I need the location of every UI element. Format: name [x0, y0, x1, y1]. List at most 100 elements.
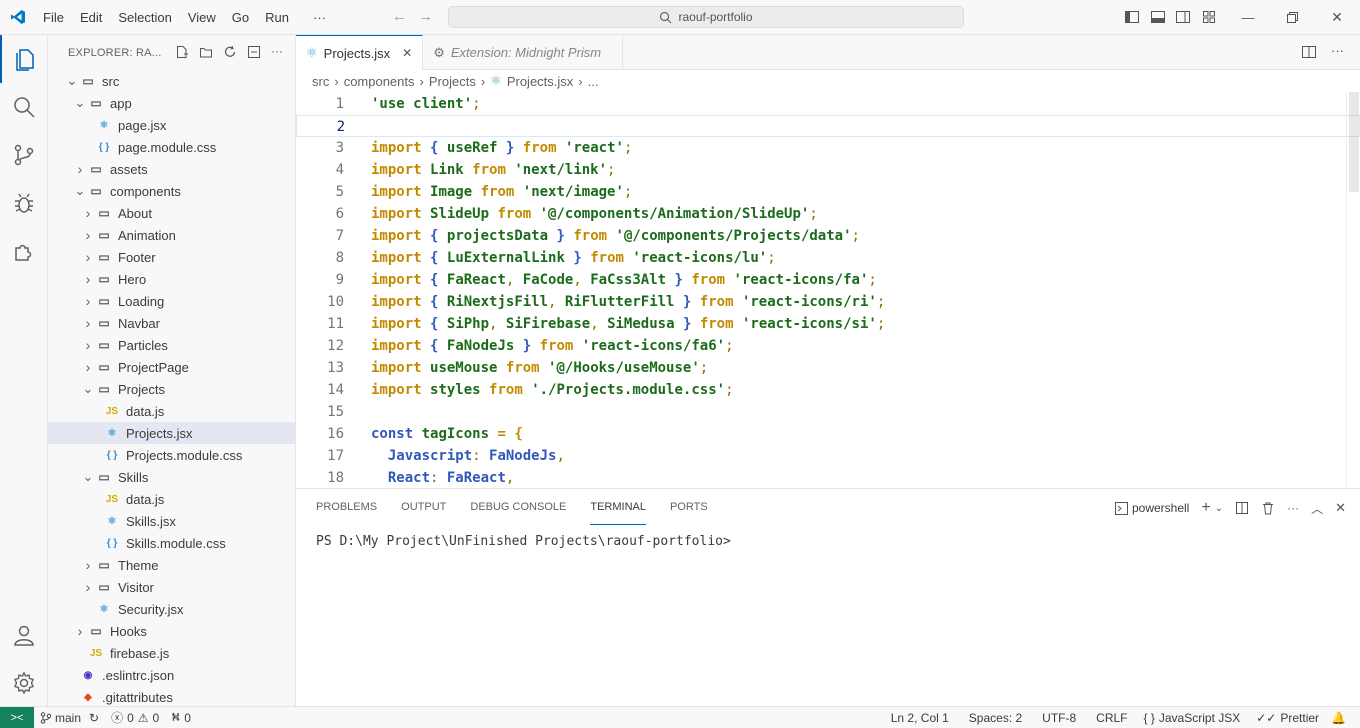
code-editor[interactable]: 1 'use client'; 2 3 import { useRef } from '… — [296, 92, 1360, 488]
tree-item[interactable]: ⚛ Security.jsx — [48, 598, 295, 620]
tree-item[interactable]: › ▭ Hero — [48, 268, 295, 290]
notifications-bell-icon[interactable]: 🔔 — [1325, 711, 1352, 725]
menu-item[interactable]: Selection — [110, 0, 179, 35]
back-arrow-icon[interactable]: ← — [392, 8, 407, 25]
tree-item[interactable]: ⌄ ▭ Skills — [48, 466, 295, 488]
tree-item[interactable]: › ▭ About — [48, 202, 295, 224]
terminal-shell-selector[interactable]: powershell — [1114, 501, 1189, 515]
chevron-right-icon: › — [85, 293, 91, 309]
panel-tab[interactable]: PORTS — [670, 489, 708, 525]
command-center-search[interactable]: raouf-portfolio — [448, 6, 964, 28]
menu-item[interactable]: View — [180, 0, 224, 35]
accounts-icon[interactable] — [0, 611, 48, 659]
remote-indicator-icon[interactable]: >< — [0, 706, 34, 728]
tree-item[interactable]: { } Projects.module.css — [48, 444, 295, 466]
menu-item[interactable]: ··· — [305, 0, 334, 35]
tree-item[interactable]: ⌄ ▭ Projects — [48, 378, 295, 400]
branch-status[interactable]: main ↻ — [34, 711, 105, 725]
tree-item[interactable]: ⌄ ▭ app — [48, 92, 295, 114]
tree-item[interactable]: ◆ .gitattributes — [48, 686, 295, 706]
panel-tab[interactable]: OUTPUT — [401, 489, 446, 525]
close-tab-icon[interactable]: ✕ — [402, 46, 412, 60]
breadcrumb-item[interactable]: components — [344, 74, 415, 89]
menu-item[interactable]: Go — [224, 0, 257, 35]
collapse-all-icon[interactable] — [247, 45, 261, 59]
tree-item[interactable]: ⚛ page.jsx — [48, 114, 295, 136]
encoding-status[interactable]: UTF-8 — [1036, 711, 1082, 725]
close-window-icon[interactable]: ✕ — [1329, 9, 1345, 25]
formatter-status[interactable]: ✓✓ Prettier — [1250, 711, 1325, 725]
tree-item[interactable]: ◉ .eslintrc.json — [48, 664, 295, 686]
breadcrumb-item[interactable]: src — [312, 74, 329, 89]
tree-item[interactable]: ⚛ Projects.jsx — [48, 422, 295, 444]
breadcrumb-item[interactable]: Projects.jsx — [507, 74, 573, 89]
terminal-output[interactable]: PS D:\My Project\UnFinished Projects\rao… — [316, 534, 731, 549]
tree-item[interactable]: › ▭ Particles — [48, 334, 295, 356]
toggle-panel-icon[interactable] — [1150, 9, 1166, 25]
more-actions-icon[interactable]: ··· — [271, 45, 283, 59]
language-status[interactable]: { } JavaScript JSX — [1138, 711, 1247, 725]
tree-item[interactable]: › ▭ Visitor — [48, 576, 295, 598]
tree-item[interactable]: { } page.module.css — [48, 136, 295, 158]
cursor-position[interactable]: Ln 2, Col 1 — [885, 711, 955, 725]
chevron-down-icon: ⌄ — [74, 95, 86, 110]
tree-item[interactable]: › ▭ Navbar — [48, 312, 295, 334]
editor-more-icon[interactable]: ··· — [1331, 43, 1344, 58]
menu-item[interactable]: Run — [257, 0, 297, 35]
panel-tab[interactable]: TERMINAL — [590, 489, 646, 525]
panel-more-icon[interactable]: ··· — [1287, 501, 1299, 515]
code-text: Javascript: FaNodeJs, — [371, 445, 565, 467]
tree-item[interactable]: › ▭ Hooks — [48, 620, 295, 642]
tree-item[interactable]: › ▭ assets — [48, 158, 295, 180]
close-panel-icon[interactable]: ✕ — [1335, 500, 1346, 516]
indentation-status[interactable]: Spaces: 2 — [963, 711, 1028, 725]
settings-gear-icon[interactable] — [0, 659, 48, 707]
tree-item[interactable]: ⚛ Skills.jsx — [48, 510, 295, 532]
problems-status[interactable]: ⓧ 0 ⚠ 0 — [105, 709, 165, 726]
trash-icon[interactable] — [1261, 501, 1275, 515]
tree-item[interactable]: › ▭ Loading — [48, 290, 295, 312]
tab-extension-midnight-prism[interactable]: ⚙ Extension: Midnight Prism — [423, 35, 624, 70]
customize-layout-icon[interactable] — [1201, 9, 1217, 25]
new-terminal-icon[interactable]: + — [1201, 499, 1210, 517]
toggle-sidebar-icon[interactable] — [1124, 9, 1140, 25]
breadcrumb-item[interactable]: Projects — [429, 74, 476, 89]
explorer-icon[interactable] — [0, 35, 48, 83]
maximize-panel-icon[interactable]: ︿ — [1311, 500, 1323, 517]
toggle-secondary-sidebar-icon[interactable] — [1175, 9, 1191, 25]
tree-item[interactable]: JS data.js — [48, 400, 295, 422]
menu-item[interactable]: Edit — [72, 0, 110, 35]
tab-projects-jsx[interactable]: ⚛ Projects.jsx ✕ — [296, 35, 424, 70]
panel-tab[interactable]: DEBUG CONSOLE — [470, 489, 566, 525]
new-file-icon[interactable] — [175, 45, 189, 59]
search-view-icon[interactable] — [0, 83, 48, 131]
tree-item[interactable]: { } Skills.module.css — [48, 532, 295, 554]
tree-item[interactable]: JS data.js — [48, 488, 295, 510]
tree-item[interactable]: › ▭ Footer — [48, 246, 295, 268]
menu-item[interactable]: File — [35, 0, 72, 35]
forward-arrow-icon[interactable]: → — [418, 8, 433, 25]
tree-item[interactable]: ⌄ ▭ src — [48, 70, 295, 92]
tree-item[interactable]: › ▭ Theme — [48, 554, 295, 576]
eol-status[interactable]: CRLF — [1090, 711, 1133, 725]
split-terminal-icon[interactable] — [1235, 501, 1249, 515]
tree-item[interactable]: JS firebase.js — [48, 642, 295, 664]
refresh-icon[interactable] — [223, 45, 237, 59]
minimize-icon[interactable]: — — [1240, 9, 1256, 25]
ports-status[interactable]: ⛕ 0 — [165, 710, 197, 726]
chevron-down-icon: ⌄ — [82, 381, 94, 396]
split-editor-icon[interactable] — [1302, 45, 1316, 62]
breadcrumb-item[interactable]: ... — [588, 74, 599, 89]
restore-icon[interactable] — [1284, 9, 1300, 25]
new-folder-icon[interactable] — [199, 45, 213, 59]
panel-tab[interactable]: PROBLEMS — [316, 489, 377, 525]
extensions-icon[interactable] — [0, 227, 48, 275]
chevron-down-icon[interactable]: ⌄ — [1215, 503, 1223, 514]
tree-item[interactable]: › ▭ Animation — [48, 224, 295, 246]
tree-item[interactable]: › ▭ ProjectPage — [48, 356, 295, 378]
source-control-icon[interactable] — [0, 131, 48, 179]
editor-scrollbar[interactable] — [1346, 92, 1360, 488]
run-debug-icon[interactable] — [0, 179, 48, 227]
tree-item[interactable]: ⌄ ▭ components — [48, 180, 295, 202]
